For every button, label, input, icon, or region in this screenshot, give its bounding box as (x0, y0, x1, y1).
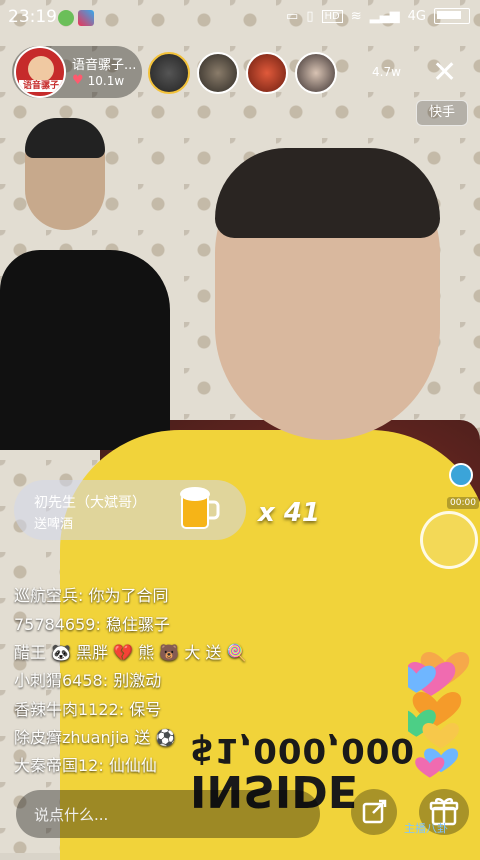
broken-heart-icon: 💔 (113, 643, 134, 662)
battery-icon (434, 8, 470, 24)
streamer-hair (215, 148, 440, 238)
top-viewer-avatar-3[interactable] (246, 52, 288, 94)
gift-combo-count: x 41 (258, 498, 321, 528)
record-time: 00:00 (447, 497, 479, 509)
soccer-ball-gift-icon: ⚽ (155, 728, 176, 747)
shirt-print-line1: $1,000,000 (190, 730, 416, 770)
comment-item: 大秦帝国12: 仙仙仙 (14, 752, 157, 776)
comment-message: 送 (129, 728, 151, 747)
comment-message: 仙仙仙 (103, 756, 157, 775)
top-viewer-avatar-1[interactable] (148, 52, 190, 94)
top-viewer-avatar-2[interactable] (197, 52, 239, 94)
comment-user[interactable]: 75784659: (14, 615, 101, 634)
share-button[interactable] (351, 789, 397, 835)
network-type: 4G (407, 8, 426, 24)
bear-emoji-icon: 🐻 (159, 643, 180, 662)
record-indicator-icon[interactable] (449, 463, 473, 487)
watermark-logo: 主播八卦 (404, 822, 448, 835)
host-likes: ♥ 10.1w (72, 73, 124, 88)
notification-app-icon-2 (78, 10, 94, 26)
vibrate-icon: ▯ (306, 8, 314, 24)
comment-message: 别激动 (108, 671, 162, 690)
panda-emoji-icon: 🐼 (51, 643, 72, 662)
comment-item: 巡航空兵: 你为了合同 (14, 582, 169, 606)
cast-icon: ▭ (286, 8, 299, 24)
comment-item: 小刺猬6458: 别激动 (14, 667, 161, 691)
status-indicators: ▭ ▯ HD ≋ ▂▄▆ 4G (286, 8, 470, 24)
comment-message: 稳住骡子 (100, 615, 170, 634)
comment-item: 醋王 🐼 黑胖 💔 熊 🐻 大 送 🍭 (14, 639, 246, 663)
comment-user[interactable]: 大秦帝国12: (14, 756, 104, 775)
comment-item: 香辣牛肉1122: 保号 (14, 696, 161, 720)
host-avatar[interactable]: 语音骡子 (14, 46, 66, 98)
notification-app-icon (58, 10, 74, 26)
record-button[interactable] (420, 511, 478, 569)
comment-tail: 熊 (138, 643, 155, 662)
top-viewer-avatar-4[interactable] (295, 52, 337, 94)
floating-hearts (408, 652, 470, 778)
close-icon[interactable]: ✕ (432, 58, 457, 88)
viewer-count[interactable]: 4.7w (372, 65, 401, 79)
share-icon (362, 799, 387, 824)
comment-user[interactable]: 小刺猬6458: (14, 671, 108, 690)
comment-message: 黑胖 (76, 643, 109, 662)
host-avatar-tag: 语音骡子 (19, 80, 63, 92)
gift-action-text: 送啤酒 (34, 517, 74, 532)
comment-extra: 大 送 (184, 643, 222, 662)
comment-message: 你为了合同 (83, 586, 169, 605)
hd-badge: HD (321, 9, 343, 23)
beer-mug-icon (180, 487, 220, 529)
wifi-icon: ≋ (350, 8, 362, 24)
comment-user[interactable]: 除皮癣zhuanjia (14, 728, 129, 747)
platform-badge: 快手 (416, 100, 468, 126)
comment-message: 保号 (124, 700, 162, 719)
comment-input-placeholder: 说点什么... (34, 806, 109, 824)
comment-item: 75784659: 稳住骡子 (14, 611, 170, 635)
background-person-body (0, 250, 170, 450)
signal-icon: ▂▄▆ (369, 8, 400, 24)
comment-user[interactable]: 醋王 (14, 643, 46, 662)
lollipop-gift-icon: 🍭 (226, 643, 247, 662)
gift-sender-name: 初先生（大斌哥） (34, 495, 146, 511)
comment-user[interactable]: 巡航空兵: (14, 586, 83, 605)
status-time: 23:19 (8, 7, 57, 27)
host-likes-count: 10.1w (87, 73, 125, 88)
host-name: 语音骡子... (72, 58, 137, 73)
comment-item: 除皮癣zhuanjia 送 ⚽ (14, 724, 175, 748)
comment-user[interactable]: 香辣牛肉1122: (14, 700, 124, 719)
host-avatar-face (28, 56, 54, 82)
heart-icon: ♥ (72, 73, 84, 88)
